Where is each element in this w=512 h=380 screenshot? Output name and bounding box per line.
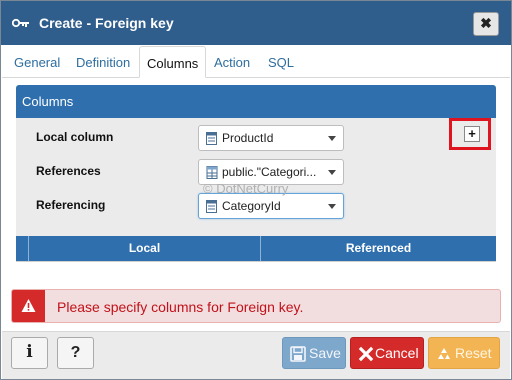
references-label: References	[36, 164, 101, 178]
referencing-select[interactable]: CategoryId	[198, 193, 344, 219]
error-alert: Please specify columns for Foreign key.	[11, 289, 501, 323]
error-message: Please specify columns for Foreign key.	[57, 299, 304, 315]
cancel-icon	[358, 346, 374, 362]
tab-sql[interactable]: SQL	[268, 46, 294, 78]
tab-definition[interactable]: Definition	[76, 46, 130, 78]
help-icon: ?	[70, 344, 81, 361]
grid-header-local: Local	[28, 236, 260, 261]
save-button[interactable]: Save	[282, 337, 346, 369]
referencing-label: Referencing	[36, 198, 106, 212]
column-icon	[206, 200, 217, 213]
help-button[interactable]: ?	[57, 337, 94, 369]
add-button-highlight: +	[449, 118, 491, 150]
grid-spacer-column	[16, 236, 28, 261]
chevron-down-icon	[328, 136, 336, 141]
references-value: public."Categori...	[222, 165, 317, 179]
dialog-footer: i ? Save Cancel Reset	[2, 331, 510, 379]
info-button[interactable]: i	[11, 337, 48, 369]
close-button[interactable]: ✖	[473, 12, 499, 36]
close-icon: ✖	[480, 15, 492, 31]
info-icon: i	[26, 342, 33, 362]
grid-divider	[16, 261, 496, 262]
chevron-down-icon	[328, 170, 336, 175]
warning-icon	[21, 299, 36, 312]
reset-icon	[438, 348, 450, 359]
tab-bar: General Definition Columns Action SQL	[2, 46, 510, 78]
plus-icon: +	[468, 126, 476, 141]
save-label: Save	[309, 345, 341, 361]
grid-header-referenced: Referenced	[260, 236, 496, 261]
local-column-select[interactable]: ProductId	[198, 125, 344, 151]
save-icon	[290, 346, 306, 362]
add-column-button[interactable]: +	[464, 126, 480, 142]
tab-general[interactable]: General	[14, 46, 60, 78]
cancel-label: Cancel	[375, 345, 419, 361]
tab-columns[interactable]: Columns	[139, 46, 207, 78]
key-icon	[12, 18, 29, 28]
reset-label: Reset	[455, 345, 492, 361]
table-icon	[206, 166, 218, 179]
columns-panel-header: Columns	[16, 85, 496, 118]
tab-action[interactable]: Action	[214, 46, 250, 78]
warning-icon-box	[12, 290, 45, 322]
title-bar: Create - Foreign key ✖	[1, 1, 511, 45]
watermark: © DotNetCurry	[203, 181, 289, 196]
foreign-key-dialog: Create - Foreign key ✖ General Definitio…	[0, 0, 512, 380]
chevron-down-icon	[328, 204, 336, 209]
local-column-value: ProductId	[222, 131, 274, 145]
columns-grid-header: Local Referenced	[16, 236, 496, 261]
dialog-title: Create - Foreign key	[39, 15, 174, 31]
cancel-button[interactable]: Cancel	[350, 337, 424, 369]
local-column-label: Local column	[36, 130, 114, 144]
column-icon	[206, 132, 217, 145]
referencing-value: CategoryId	[222, 199, 281, 213]
reset-button[interactable]: Reset	[428, 337, 500, 369]
